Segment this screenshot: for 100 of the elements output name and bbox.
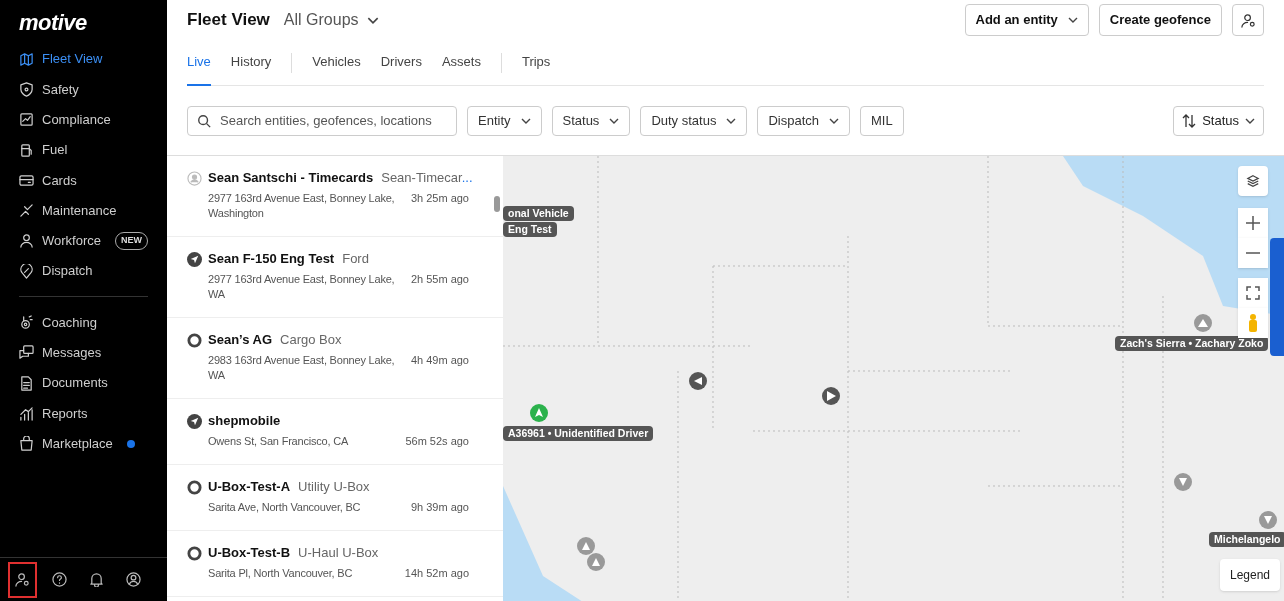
layers-button[interactable] (1238, 166, 1268, 196)
entity-address: Sarita Ave, North Vancouver, BC (208, 500, 362, 515)
map-marker-icon[interactable] (1194, 314, 1212, 332)
nav-item[interactable]: Safety (0, 74, 167, 105)
vehicle-label[interactable]: Eng Test (503, 222, 557, 237)
entity-address: 2977 163rd Avenue East, Bonney Lake, WA (208, 272, 396, 302)
page-title: Fleet View (187, 9, 270, 32)
bell-icon (89, 572, 104, 587)
entity-type: Ford (342, 251, 369, 267)
last-seen-time: 14h 52m ago (404, 566, 469, 581)
nav-item[interactable]: Messages (0, 337, 167, 368)
vehicle-label[interactable]: A36961 • Unidentified Driver (503, 426, 654, 441)
nav-item[interactable]: Workforce NEW (0, 225, 167, 257)
tab[interactable]: Assets (441, 39, 481, 86)
nav-item[interactable]: Fleet View (0, 44, 167, 75)
nav-item[interactable]: Fuel (0, 134, 167, 166)
chart-icon (19, 112, 34, 128)
entity-name: U-Box-Test-A (208, 479, 291, 495)
map-marker-icon[interactable] (1174, 473, 1192, 491)
entity-type: Sean-Timecar... (381, 170, 473, 186)
shield-icon (19, 81, 34, 97)
vehicle-label[interactable]: Michelangelo (1209, 532, 1284, 547)
map-marker-icon[interactable] (689, 372, 707, 390)
entity-type: Utility U-Box (298, 479, 370, 495)
user-settings-button[interactable] (8, 561, 37, 598)
entity-name: Sean Santschi - Timecards (208, 170, 374, 186)
filter-dropdown[interactable]: MIL (860, 105, 904, 136)
whistle-icon (19, 315, 34, 330)
filter-dropdown[interactable]: Status (551, 105, 631, 136)
minus-icon (1246, 252, 1260, 254)
map-marker-icon[interactable] (1259, 511, 1277, 529)
scrollbar-thumb[interactable] (494, 196, 500, 212)
entity-address: 2977 163rd Avenue East, Bonney Lake, Washington (208, 191, 396, 221)
vehicle-label[interactable]: onal Vehicle (503, 206, 574, 221)
tab[interactable]: History (230, 39, 272, 86)
entity-address: Sarita Pl, North Vancouver, BC (208, 566, 354, 581)
nav-item[interactable]: Coaching (0, 307, 167, 338)
ring-icon (187, 333, 202, 348)
shopping-bag-icon (19, 436, 34, 452)
tab[interactable]: Drivers (380, 39, 422, 86)
search-field[interactable]: Search entities, geofences, locations (187, 105, 457, 136)
entity-name: shepmobile (208, 413, 281, 429)
caret-icon (366, 16, 379, 24)
filter-dropdown[interactable]: Dispatch (757, 105, 850, 136)
map-marker-icon[interactable] (577, 537, 595, 555)
plus-icon (1246, 216, 1260, 230)
nav-item[interactable]: Documents (0, 367, 167, 399)
account-icon (126, 572, 141, 587)
nav-item[interactable]: Maintenance (0, 195, 167, 226)
search-icon (197, 113, 211, 128)
zoom-out-button[interactable] (1238, 238, 1268, 268)
entity-name: Sean’s AG (208, 332, 273, 348)
ring-icon (187, 546, 202, 561)
nav-item[interactable]: Marketplace (0, 428, 167, 459)
map-icon (19, 51, 34, 67)
user-gear-icon (1240, 12, 1256, 28)
last-seen-time: 3h 25m ago (410, 191, 469, 206)
entity-address: Owens St, San Francisco, CA (208, 434, 350, 449)
nav-item[interactable]: Cards (0, 165, 167, 196)
vehicle-label[interactable]: Zach's Sierra • Zachary Zoko (1115, 336, 1269, 351)
header-button[interactable]: Create geofence (1098, 4, 1222, 36)
help-icon (52, 572, 67, 587)
filter-dropdown[interactable]: Entity (467, 105, 542, 136)
map-marker-icon[interactable] (822, 387, 840, 405)
fullscreen-icon (1246, 286, 1260, 300)
sort-icon (1182, 113, 1197, 128)
tab[interactable]: Live (187, 39, 211, 86)
map-marker-icon[interactable] (587, 553, 605, 571)
navigation-arrow-icon (187, 252, 202, 267)
bar-chart-icon (19, 405, 34, 421)
logo[interactable]: motive (19, 6, 87, 34)
pegman-icon (1248, 314, 1258, 332)
nav-item[interactable]: Compliance (0, 104, 167, 135)
user-settings-button[interactable] (1232, 4, 1264, 36)
entity-type: Cargo Box (280, 332, 342, 348)
entity-name: Sean F-150 Eng Test (208, 251, 335, 267)
header-button[interactable]: Add an entity (964, 4, 1089, 36)
fullscreen-button[interactable] (1238, 278, 1268, 308)
user-gear-icon (15, 572, 30, 587)
zoom-in-button[interactable] (1238, 208, 1268, 238)
entity-type: U-Haul U-Box (298, 545, 379, 561)
chat-icon (19, 345, 34, 361)
entity-address: 2983 163rd Avenue East, Bonney Lake, WA (208, 353, 396, 383)
last-seen-time: 9h 39m ago (410, 500, 469, 515)
sort-dropdown[interactable]: Status (1173, 105, 1264, 136)
entity-name: U-Box-Test-B (208, 545, 291, 561)
fuel-pump-icon (19, 142, 34, 158)
caret-icon (1245, 117, 1255, 124)
filter-dropdown[interactable]: Duty status (640, 105, 748, 136)
tab[interactable]: Vehicles (312, 39, 361, 86)
location-pin-icon (19, 263, 34, 279)
nav-item[interactable]: Reports (0, 398, 167, 429)
nav-item[interactable]: Dispatch (0, 256, 167, 287)
group-dropdown[interactable]: All Groups (283, 8, 379, 32)
legend-button[interactable]: Legend (1219, 559, 1280, 591)
last-seen-time: 2h 55m ago (410, 272, 469, 287)
person-icon (187, 171, 202, 186)
map-marker-icon[interactable] (530, 404, 548, 422)
last-seen-time: 56m 52s ago (405, 434, 469, 449)
tab[interactable]: Trips (521, 39, 551, 86)
